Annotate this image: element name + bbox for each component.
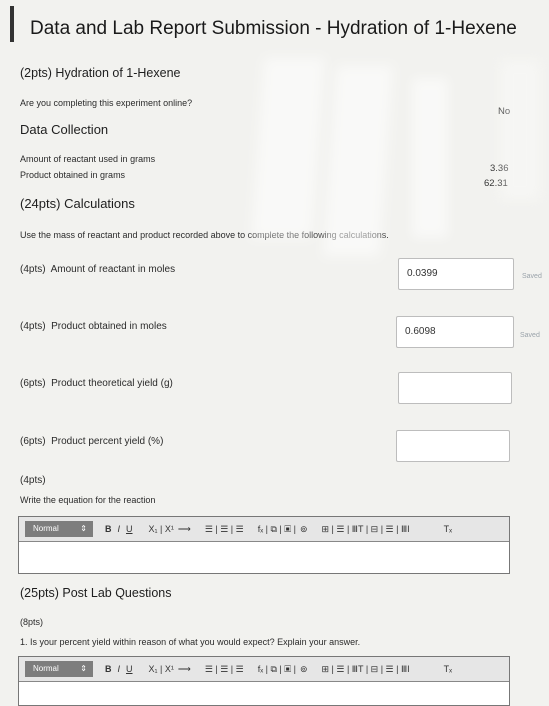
percent-yield-input[interactable] (396, 430, 510, 462)
link-icon[interactable]: ⊚ (300, 664, 308, 675)
calc-item-points: (6pts) (20, 378, 46, 389)
product-grams-label: Product obtained in grams (20, 170, 126, 180)
post-lab-question-1: 1. Is your percent yield within reason o… (20, 637, 361, 647)
underline-button[interactable]: U (126, 664, 133, 674)
bold-button[interactable]: B (105, 524, 112, 534)
calc-item-points: (4pts) (20, 321, 46, 332)
equation-editor-body[interactable] (19, 542, 509, 574)
link-icon[interactable]: ⊚ (300, 524, 308, 535)
underline-button[interactable]: U (126, 524, 133, 534)
calculations-heading: (24pts) Calculations (20, 196, 135, 211)
table-buttons[interactable]: ⊞ | ☰ | ⅢT | ⊟ | ☰ | ⅢI (322, 524, 410, 535)
format-select[interactable]: Normal ⇕ (25, 661, 93, 677)
saved-status: Saved (520, 332, 540, 339)
editor-toolbar: Normal ⇕ B I U X₁ | X¹ ⟶ ☰ | ☰ | ☰ fₓ | … (19, 657, 509, 682)
calc-item-product-moles: (4pts) Product obtained in moles (20, 321, 167, 332)
theoretical-yield-input[interactable] (398, 372, 512, 404)
calc-item-points: (6pts) (20, 436, 46, 447)
subscript-superscript-buttons[interactable]: X₁ | X¹ (149, 664, 174, 674)
product-moles-input[interactable]: 0.6098 (396, 316, 514, 348)
saved-status: Saved (522, 273, 542, 280)
reactant-moles-input[interactable]: 0.0399 (398, 258, 514, 290)
calc-item-percent-yield: (6pts) Product percent yield (%) (20, 436, 163, 447)
online-question-label: Are you completing this experiment onlin… (20, 98, 193, 108)
equation-prompt: Write the equation for the reaction (20, 495, 156, 505)
calc-item-label: Product theoretical yield (g) (51, 378, 173, 389)
title-accent-bar (10, 6, 14, 42)
list-align-buttons[interactable]: ☰ | ☰ | ☰ (205, 524, 244, 535)
clear-format-icon[interactable]: Tₓ (444, 524, 452, 534)
calc-item-label: Product obtained in moles (51, 321, 167, 332)
list-align-buttons[interactable]: ☰ | ☰ | ☰ (205, 664, 244, 675)
format-select[interactable]: Normal ⇕ (25, 521, 93, 537)
screen-glare (323, 66, 393, 256)
product-grams-value: 62.31 (484, 178, 508, 189)
table-buttons[interactable]: ⊞ | ☰ | ⅢT | ⊟ | ☰ | ⅢI (322, 664, 410, 675)
subscript-superscript-buttons[interactable]: X₁ | X¹ (149, 524, 174, 534)
screen-glare (412, 78, 448, 238)
post-lab-rich-text-editor[interactable]: Normal ⇕ B I U X₁ | X¹ ⟶ ☰ | ☰ | ☰ fₓ | … (18, 656, 510, 706)
post-lab-heading: (25pts) Post Lab Questions (20, 586, 172, 600)
post-lab-points: (8pts) (20, 617, 44, 627)
calc-item-label: Amount of reactant in moles (50, 264, 176, 275)
formula-image-buttons[interactable]: fₓ | ⧉ | ▣ | (258, 524, 296, 535)
screen-glare (251, 58, 325, 238)
equation-rich-text-editor[interactable]: Normal ⇕ B I U X₁ | X¹ ⟶ ☰ | ☰ | ☰ fₓ | … (18, 516, 510, 574)
calc-item-points: (4pts) (20, 264, 46, 275)
calc-item-reactant-moles: (4pts) Amount of reactant in moles (20, 264, 175, 275)
equation-points: (4pts) (20, 475, 46, 486)
formula-image-buttons[interactable]: fₓ | ⧉ | ▣ | (258, 664, 296, 675)
select-arrows-icon: ⇕ (80, 664, 87, 673)
editor-toolbar: Normal ⇕ B I U X₁ | X¹ ⟶ ☰ | ☰ | ☰ fₓ | … (19, 517, 509, 542)
select-arrows-icon: ⇕ (80, 524, 87, 533)
italic-button[interactable]: I (118, 524, 121, 534)
calc-item-theoretical-yield: (6pts) Product theoretical yield (g) (20, 378, 173, 389)
section-heading-hydration: (2pts) Hydration of 1-Hexene (20, 66, 181, 80)
clear-format-icon[interactable]: Tₓ (444, 664, 452, 674)
reactant-grams-label: Amount of reactant used in grams (20, 154, 156, 164)
italic-button[interactable]: I (118, 664, 121, 674)
arrow-button[interactable]: ⟶ (178, 664, 191, 675)
online-answer-value: No (498, 106, 511, 117)
page-title: Data and Lab Report Submission - Hydrati… (30, 18, 517, 39)
post-lab-editor-body[interactable] (19, 682, 509, 706)
arrow-button[interactable]: ⟶ (178, 524, 191, 535)
calculations-instructions: Use the mass of reactant and product rec… (20, 230, 389, 240)
bold-button[interactable]: B (105, 664, 112, 674)
data-collection-heading: Data Collection (20, 122, 109, 137)
calc-item-label: Product percent yield (%) (51, 436, 164, 447)
reactant-grams-value: 3.36 (490, 163, 509, 174)
